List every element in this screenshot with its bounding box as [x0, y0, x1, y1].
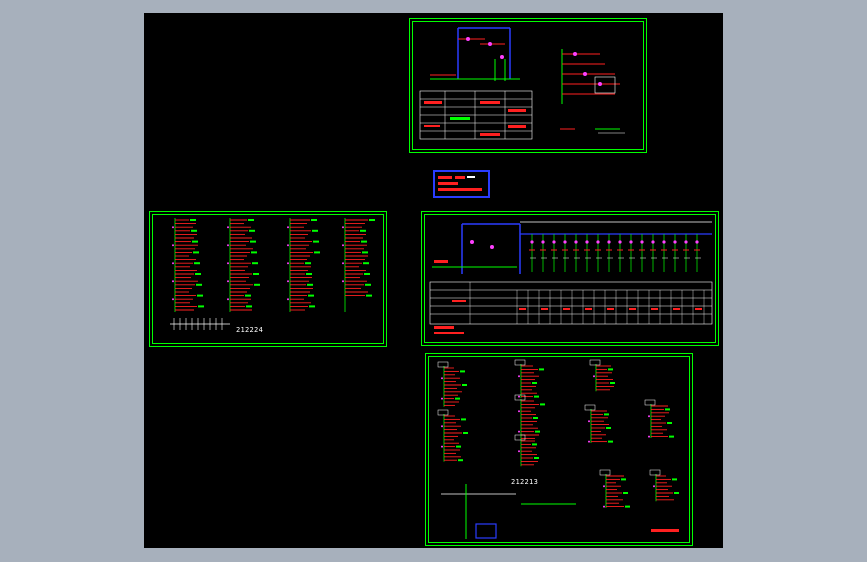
schematic-left-middle: [170, 218, 375, 330]
drawing-sheet-bottom-right[interactable]: 212213: [425, 353, 693, 546]
schematic-top-right: [419, 27, 625, 140]
schematic-bottom-right: [437, 359, 679, 539]
schematic-right-middle: [429, 221, 713, 334]
title-block[interactable]: [433, 170, 490, 198]
sheet-code-label: 212213: [511, 478, 539, 486]
drawing-sheet-right-middle[interactable]: [421, 211, 719, 346]
sheet-code-label: 212224: [236, 326, 264, 334]
title-block-graphic: [438, 176, 482, 191]
drawing-canvas[interactable]: 212224 212213: [144, 13, 723, 548]
drawing-sheet-top-right[interactable]: [409, 18, 647, 153]
drawing-sheet-left-middle[interactable]: 212224: [149, 211, 387, 347]
